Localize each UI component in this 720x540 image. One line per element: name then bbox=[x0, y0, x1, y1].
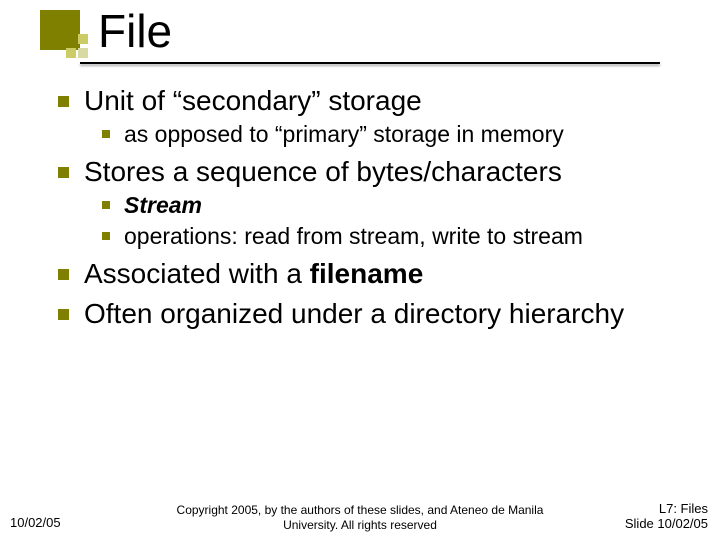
bullet-4: Often organized under a directory hierar… bbox=[50, 297, 690, 331]
footer-copyright: Copyright 2005, by the authors of these … bbox=[170, 503, 550, 532]
slide: File Unit of “secondary” storage as oppo… bbox=[0, 0, 720, 540]
bullet-3: Associated with a filename bbox=[50, 257, 690, 291]
bullet-2-2: operations: read from stream, write to s… bbox=[96, 222, 690, 251]
title-underline bbox=[80, 62, 660, 64]
footer-right: L7: Files Slide 10/02/05 bbox=[625, 501, 708, 532]
bullet-3-bold: filename bbox=[310, 258, 424, 289]
bullet-2-1-emph: Stream bbox=[124, 192, 202, 218]
bullet-1: Unit of “secondary” storage bbox=[50, 84, 690, 118]
footer-lecture: L7: Files bbox=[625, 501, 708, 517]
bullet-1-1: as opposed to “primary” storage in memor… bbox=[96, 120, 690, 149]
slide-footer: 10/02/05 Copyright 2005, by the authors … bbox=[0, 494, 720, 532]
footer-date: 10/02/05 bbox=[10, 515, 61, 530]
bullet-2: Stores a sequence of bytes/characters bbox=[50, 155, 690, 189]
slide-title: File bbox=[98, 4, 172, 58]
slide-body: Unit of “secondary” storage as opposed t… bbox=[50, 78, 690, 333]
bullet-3-prefix: Associated with a bbox=[84, 258, 310, 289]
title-ornament bbox=[40, 10, 86, 56]
footer-slide-number: Slide 10/02/05 bbox=[625, 516, 708, 532]
bullet-2-1: Stream bbox=[96, 191, 690, 220]
